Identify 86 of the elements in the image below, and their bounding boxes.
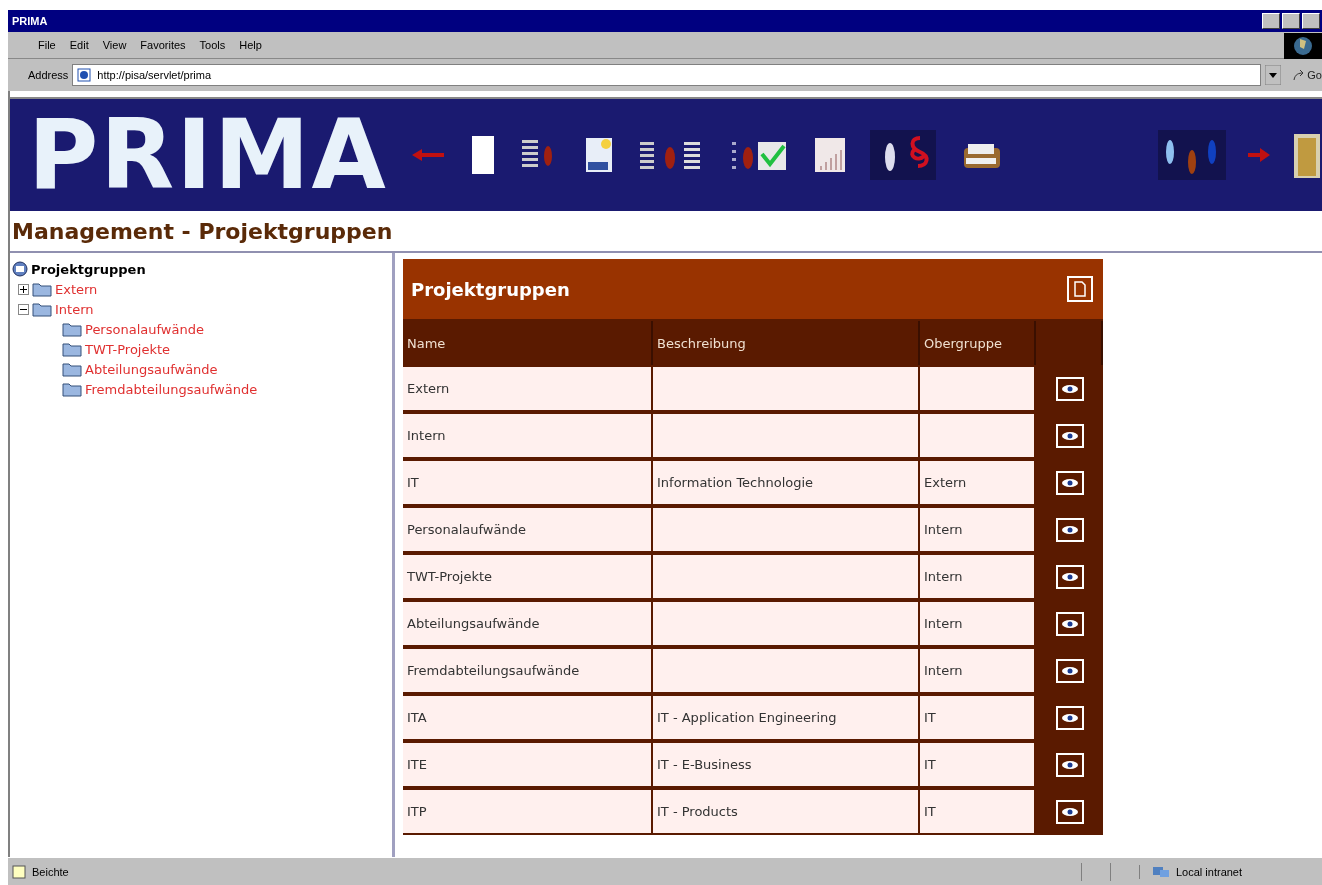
- folder-icon: [62, 381, 82, 397]
- network-icon: [1152, 864, 1170, 879]
- view-button[interactable]: [1055, 470, 1084, 495]
- eye-icon: [1060, 477, 1079, 488]
- table-cell: IT: [920, 696, 1034, 739]
- table-cell: Intern: [920, 555, 1034, 598]
- table-cell: Information Technologie: [653, 461, 918, 504]
- view-button[interactable]: [1055, 517, 1084, 542]
- menu-item[interactable]: Help: [239, 39, 262, 51]
- view-button[interactable]: [1055, 376, 1084, 401]
- page-icon: [77, 68, 92, 82]
- person-paragraph-icon[interactable]: [869, 130, 936, 180]
- address-field[interactable]: http://pisa/servlet/prima: [72, 64, 1262, 86]
- eye-icon: [1060, 618, 1079, 629]
- table-cell: IT: [403, 461, 651, 504]
- table-cell: IT - Application Engineering: [653, 696, 918, 739]
- tree-item[interactable]: Fremdabteilungsaufwände: [85, 381, 258, 397]
- collapse-toggle[interactable]: [18, 303, 29, 315]
- view-button[interactable]: [1055, 799, 1084, 824]
- menu-item[interactable]: View: [102, 39, 127, 51]
- page-icon: [12, 864, 26, 879]
- table-cell: Intern: [920, 649, 1034, 692]
- eye-icon: [1060, 571, 1079, 582]
- table-cell: Extern: [920, 461, 1034, 504]
- people-icon[interactable]: [1158, 130, 1226, 180]
- eye-icon: [1060, 430, 1079, 441]
- table-cell: IT - E-Business: [653, 743, 918, 786]
- table-cell: ITP: [403, 790, 651, 833]
- table-cell: TWT-Projekte: [403, 555, 651, 598]
- view-button[interactable]: [1055, 423, 1084, 448]
- table-cell: Extern: [403, 367, 651, 410]
- minimize-button[interactable]: [1262, 13, 1280, 29]
- menu-item[interactable]: Favorites: [140, 39, 186, 51]
- eye-icon: [1060, 806, 1079, 817]
- page-title: Management - Projektgruppen: [10, 211, 1322, 253]
- view-button[interactable]: [1055, 658, 1084, 683]
- table-cell: Intern: [920, 508, 1034, 551]
- view-button[interactable]: [1055, 564, 1084, 589]
- tree-item[interactable]: TWT-Projekte: [85, 341, 171, 357]
- new-page-icon: [1074, 281, 1086, 297]
- table-cell: IT: [920, 743, 1034, 786]
- tree-item[interactable]: Extern: [55, 281, 98, 297]
- tree-root-icon: [12, 261, 28, 277]
- table-cell: IT - Products: [653, 790, 918, 833]
- address-label: Address: [28, 69, 69, 81]
- globe-icon: [1284, 33, 1322, 59]
- folder-icon: [62, 361, 82, 377]
- new-button[interactable]: [1067, 276, 1093, 302]
- table-cell: Abteilungsaufwände: [403, 602, 651, 645]
- table-cell: IT: [920, 790, 1034, 833]
- security-zone: Local intranet: [1139, 864, 1322, 879]
- tree-item[interactable]: Intern: [55, 301, 94, 317]
- folder-icon: [62, 321, 82, 337]
- table-cell: ITA: [403, 696, 651, 739]
- menu-item[interactable]: Tools: [199, 39, 226, 51]
- maximize-button[interactable]: [1282, 13, 1300, 29]
- tree-root[interactable]: Projektgruppen: [31, 261, 146, 277]
- eye-icon: [1060, 759, 1079, 770]
- go-button[interactable]: Go: [1285, 69, 1322, 81]
- table-cell: ITE: [403, 743, 651, 786]
- eye-icon: [1060, 383, 1079, 394]
- menu-item[interactable]: Edit: [69, 39, 89, 51]
- menu-item[interactable]: File: [38, 39, 56, 51]
- eye-icon: [1060, 712, 1079, 723]
- app-logo: PRIMA: [28, 107, 388, 203]
- table-cell: Personalaufwände: [403, 508, 651, 551]
- table-cell: Intern: [403, 414, 651, 457]
- eye-icon: [1060, 665, 1079, 676]
- close-button[interactable]: [1302, 13, 1320, 29]
- panel-title: Projektgruppen: [411, 278, 570, 300]
- window-title: PRIMA: [12, 15, 48, 27]
- folder-icon: [32, 281, 52, 297]
- table-cell: Intern: [920, 602, 1034, 645]
- folder-icon: [62, 341, 82, 357]
- tree-item[interactable]: Personalaufwände: [85, 321, 204, 337]
- view-button[interactable]: [1055, 611, 1084, 636]
- eye-icon: [1060, 524, 1079, 535]
- expand-toggle[interactable]: [18, 283, 29, 295]
- view-button[interactable]: [1055, 705, 1084, 730]
- view-button[interactable]: [1055, 752, 1084, 777]
- tree-item[interactable]: Abteilungsaufwände: [85, 361, 218, 377]
- dropdown-icon[interactable]: [1265, 65, 1282, 85]
- status-text: Beichte: [8, 864, 1081, 879]
- table-cell: Fremdabteilungsaufwände: [403, 649, 651, 692]
- folder-icon: [32, 301, 52, 317]
- go-arrow-icon: [1293, 69, 1306, 81]
